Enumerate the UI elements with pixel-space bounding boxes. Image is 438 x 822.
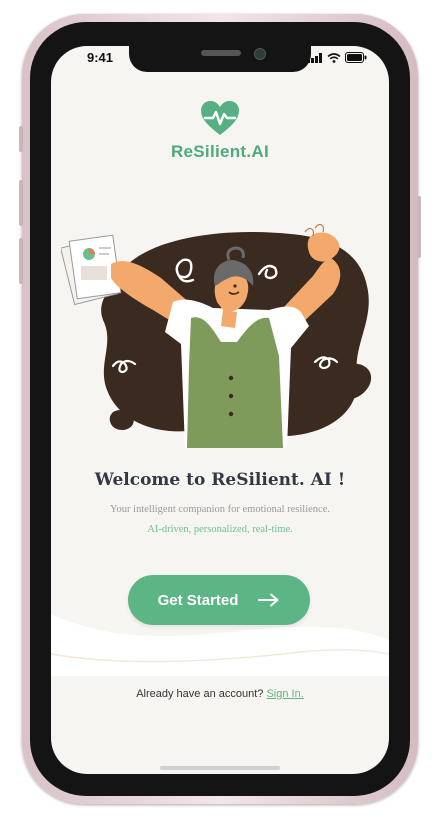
volume-down-button (19, 238, 23, 284)
heart-pulse-icon (201, 101, 239, 135)
volume-up-button (19, 180, 23, 226)
camera-icon (254, 48, 266, 60)
get-started-label: Get Started (157, 591, 239, 609)
app-screen: 9:41 ReSilient.AI Welcome to ReSilient. … (51, 46, 389, 774)
welcome-headline: Welcome to ReSilient. AI ! (94, 470, 346, 490)
brand-name: ReSilient.AI (170, 142, 270, 161)
signin-prompt-line: Already have an account? Sign In. (51, 688, 389, 700)
status-time: 9:41 (87, 50, 114, 65)
arrow-right-icon (258, 593, 279, 607)
get-started-button[interactable]: Get Started (128, 575, 310, 625)
welcome-subtitle: Your intelligent companion for emotional… (110, 504, 330, 515)
silent-switch (19, 126, 23, 152)
wifi-icon (327, 53, 341, 63)
home-indicator[interactable] (160, 766, 280, 770)
notch (129, 46, 311, 72)
battery-icon (345, 52, 367, 63)
signal-icon (307, 53, 322, 63)
person-stretching-illustration (61, 223, 372, 448)
welcome-tagline: AI-driven, personalized, real-time. (147, 524, 293, 535)
power-button (417, 196, 421, 258)
status-icons (307, 52, 367, 63)
signin-link[interactable]: Sign In. (266, 688, 303, 700)
logo (51, 100, 389, 140)
speaker-grille (201, 50, 241, 56)
signin-prompt: Already have an account? (136, 688, 264, 700)
